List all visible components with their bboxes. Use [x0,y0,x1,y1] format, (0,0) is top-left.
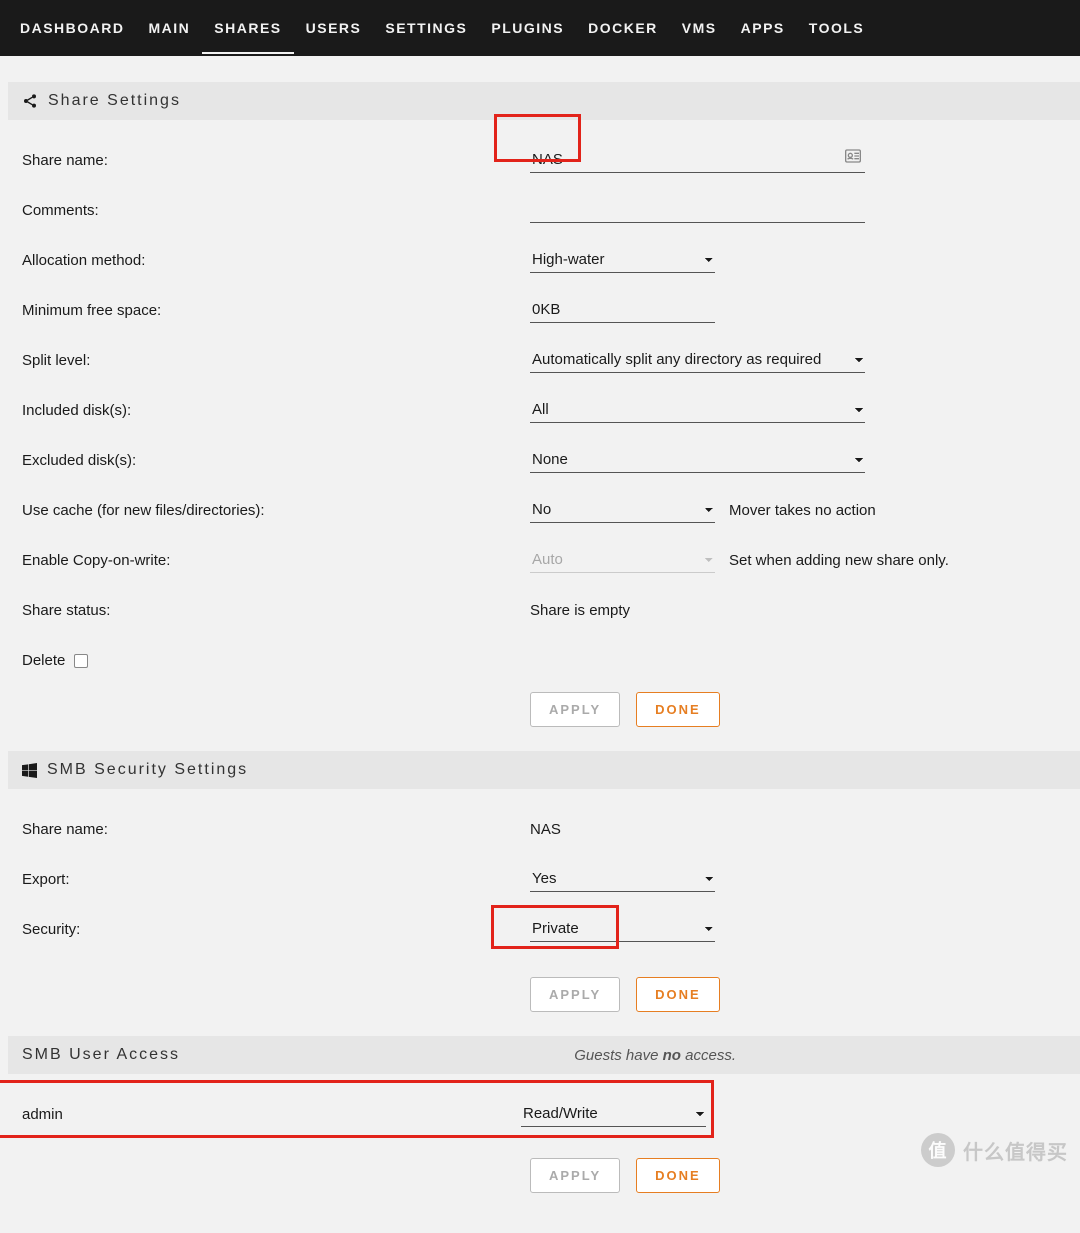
split-label: Split level: [22,352,530,369]
section-smb-security-header: SMB Security Settings [8,751,1080,789]
top-nav: DASHBOARD MAIN SHARES USERS SETTINGS PLU… [0,0,1080,56]
allocation-label: Allocation method: [22,252,530,269]
section-title: Share Settings [48,92,181,110]
smb-name-value: NAS [530,821,561,838]
nav-vms[interactable]: VMS [670,2,729,54]
apply-button[interactable]: Apply [530,1158,620,1193]
nav-main[interactable]: MAIN [137,2,203,54]
cow-help: Set when adding new share only. [729,552,949,569]
nav-apps[interactable]: APPS [729,2,797,54]
smb-security-label: Security: [22,921,530,938]
cache-select[interactable]: No [530,497,715,523]
watermark-text: 什么值得买 [963,1136,1068,1165]
status-value: Share is empty [530,602,630,619]
comments-label: Comments: [22,202,530,219]
apply-button[interactable]: Apply [530,692,620,727]
nav-docker[interactable]: DOCKER [576,2,670,54]
delete-label: Delete [22,652,88,669]
guests-hint: Guests have no access. [574,1047,736,1064]
done-button[interactable]: Done [636,692,720,727]
section-title: SMB Security Settings [47,761,248,779]
nav-users[interactable]: USERS [294,2,374,54]
minfree-label: Minimum free space: [22,302,530,319]
apply-button[interactable]: Apply [530,977,620,1012]
watermark: 值 什么值得买 [921,1133,1068,1167]
smb-export-select[interactable]: Yes [530,866,715,892]
nav-tools[interactable]: TOOLS [797,2,876,54]
excluded-select[interactable]: None [530,447,865,473]
nav-settings[interactable]: SETTINGS [373,2,479,54]
smb-security-form: Share name: NAS Export: Yes Security: Pr… [0,789,1080,971]
cache-label: Use cache (for new files/directories): [22,502,530,519]
share-name-input[interactable] [530,147,865,173]
smb-export-label: Export: [22,871,530,888]
allocation-select[interactable]: High-water [530,247,715,273]
done-button[interactable]: Done [636,977,720,1012]
section-smb-user-access-header: SMB User Access Guests have no access. [8,1036,1080,1074]
delete-checkbox[interactable] [74,654,88,668]
cow-label: Enable Copy-on-write: [22,552,530,569]
user-admin-perm-select[interactable]: Read/Write [521,1101,706,1127]
split-select[interactable]: Automatically split any directory as req… [530,347,865,373]
share-icon [22,93,38,109]
status-label: Share status: [22,602,530,619]
section-share-settings-header: Share Settings [8,82,1080,120]
done-button[interactable]: Done [636,1158,720,1193]
nav-shares[interactable]: SHARES [202,2,293,54]
cache-help: Mover takes no action [729,502,876,519]
comments-input[interactable] [530,197,865,223]
smb-user-access-form: admin Read/Write [0,1074,1080,1152]
windows-icon [22,763,37,778]
smb-security-select[interactable]: Private [530,916,715,942]
watermark-badge: 值 [921,1133,955,1167]
excluded-label: Excluded disk(s): [22,452,530,469]
cow-select: Auto [530,547,715,573]
user-admin-label: admin [22,1106,521,1123]
minfree-input[interactable] [530,297,715,323]
id-card-icon [845,149,861,167]
share-button-row: Apply Done [530,692,1080,727]
nav-plugins[interactable]: PLUGINS [479,2,576,54]
included-label: Included disk(s): [22,402,530,419]
smb-button-row: Apply Done [530,977,1080,1012]
section-title: SMB User Access [22,1046,180,1064]
smb-name-label: Share name: [22,821,530,838]
nav-dashboard[interactable]: DASHBOARD [8,2,137,54]
share-name-label: Share name: [22,152,530,169]
included-select[interactable]: All [530,397,865,423]
share-settings-form: Share name: Comments: Allocation method:… [0,120,1080,686]
